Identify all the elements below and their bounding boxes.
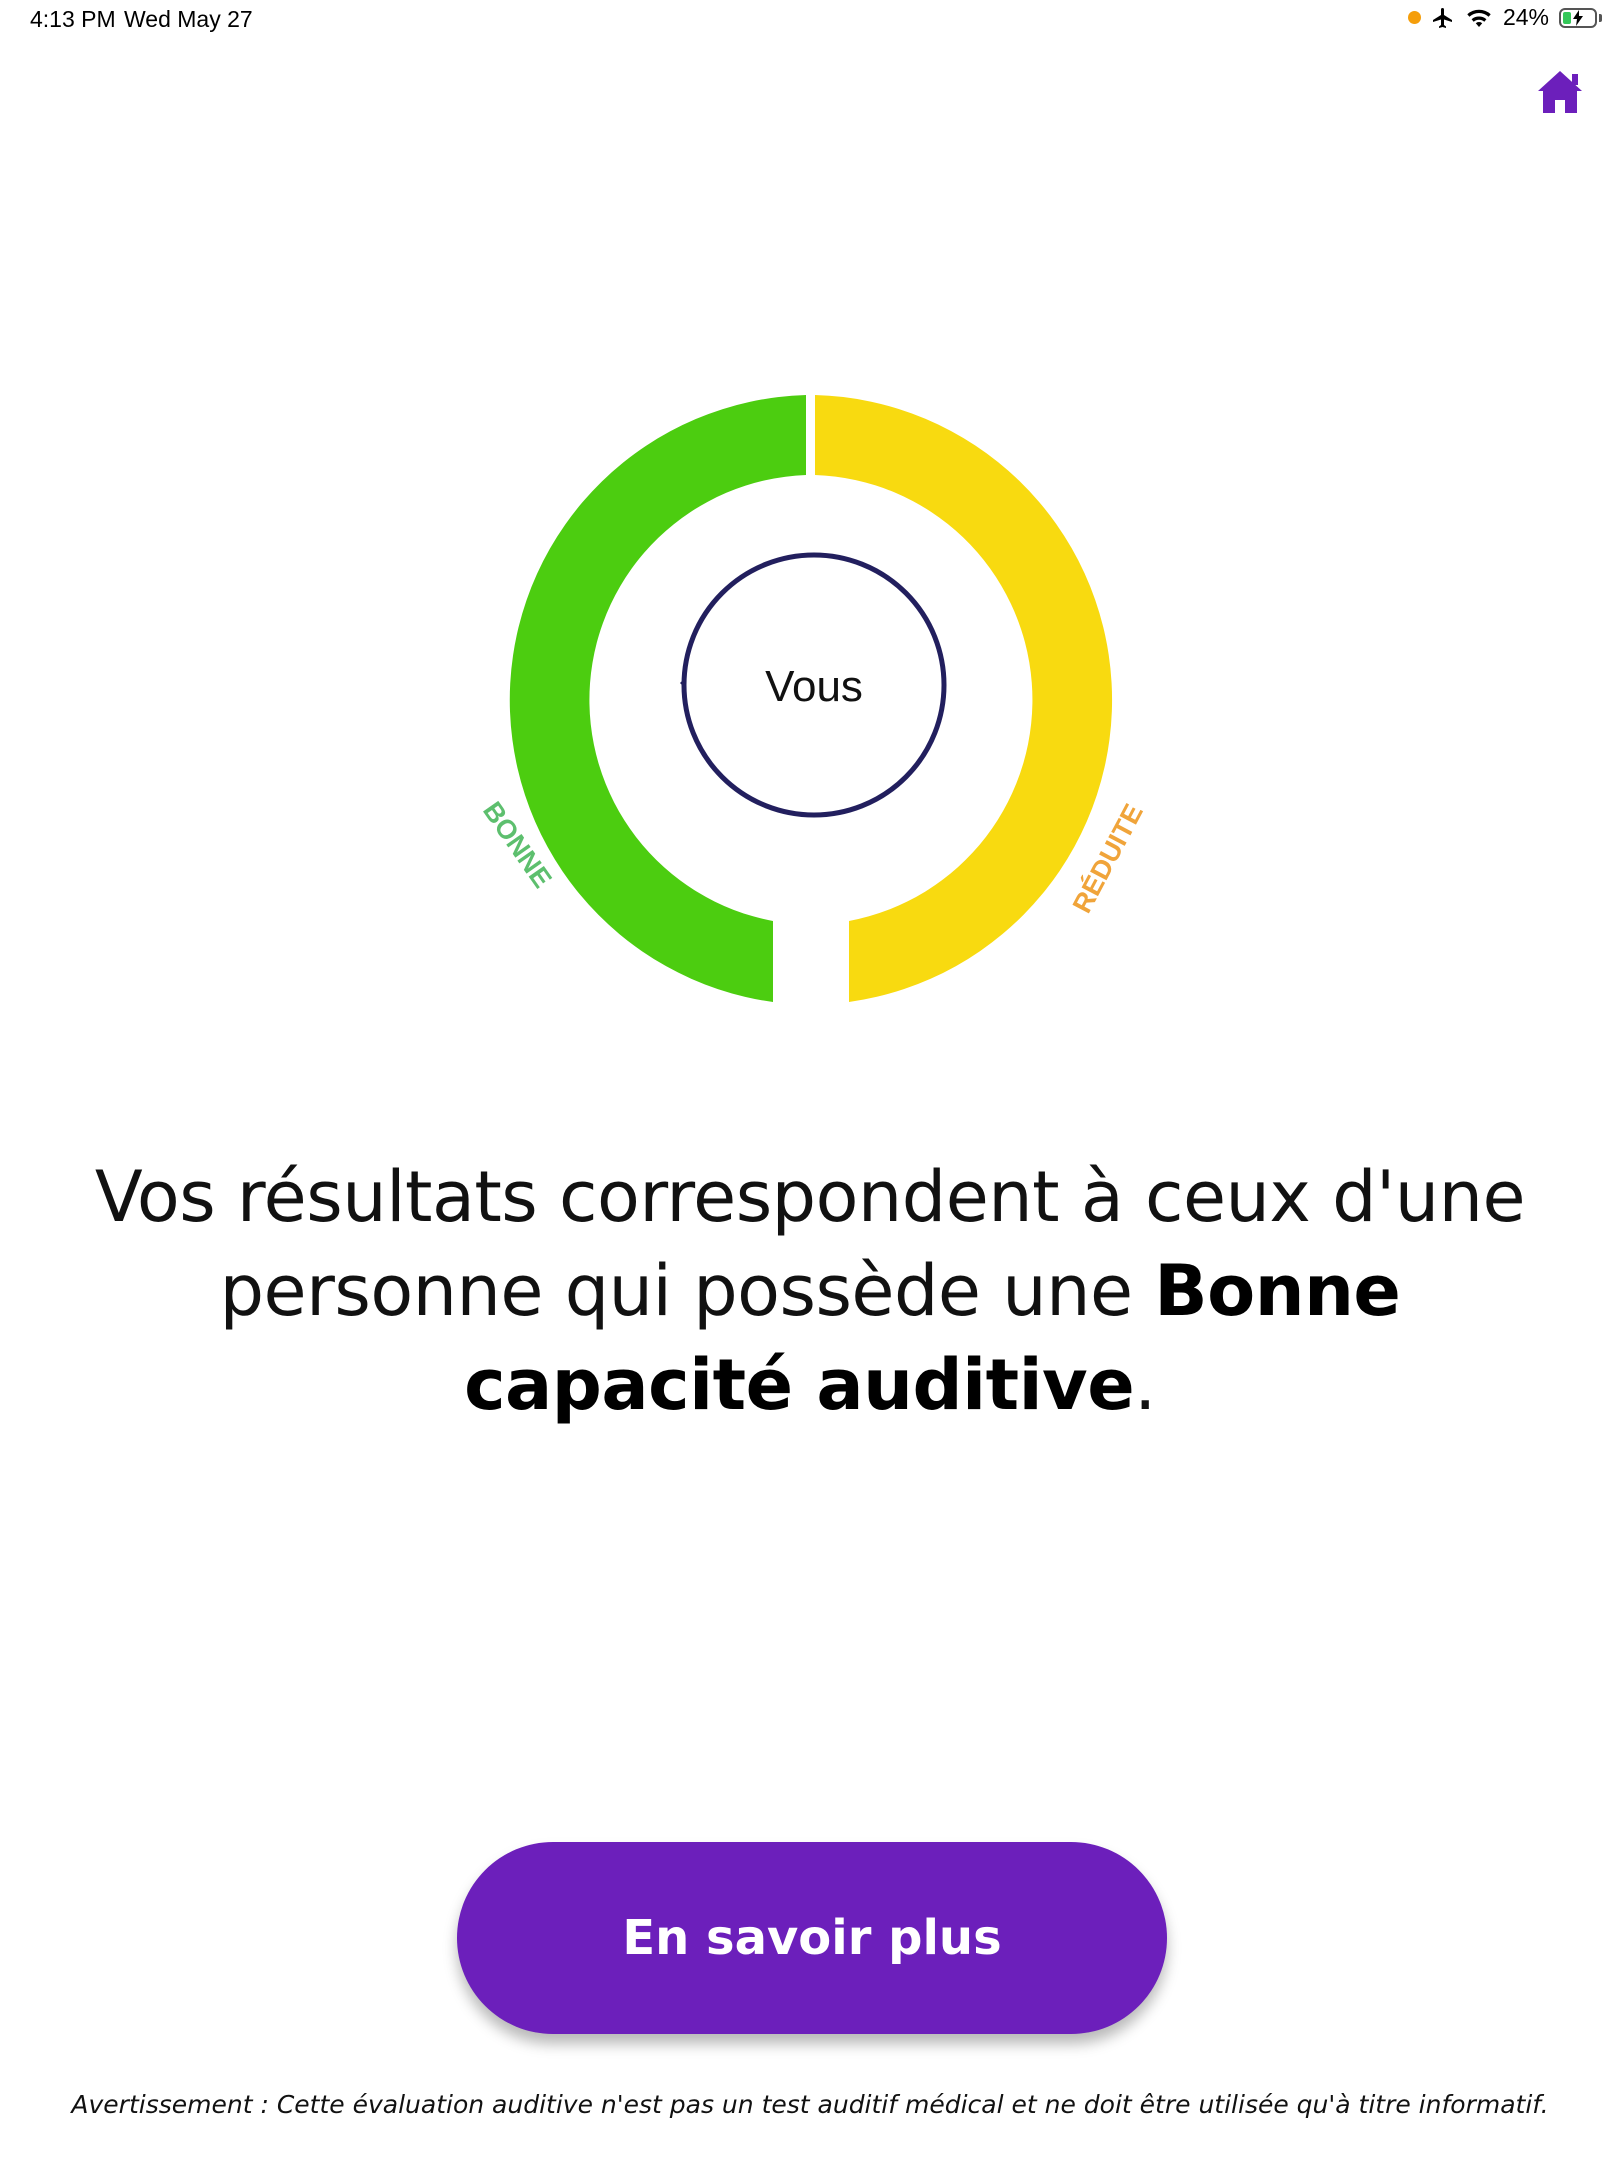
status-date: Wed May 27 bbox=[124, 6, 253, 32]
wifi-icon bbox=[1467, 9, 1491, 27]
result-suffix: . bbox=[1134, 1344, 1156, 1426]
hearing-gauge: Vous BONNE RÉDUITE bbox=[477, 385, 1149, 1015]
disclaimer-text: Avertissement : Cette évaluation auditiv… bbox=[71, 2090, 1549, 2119]
result-message: Vos résultats correspondent à ceux d'une… bbox=[60, 1150, 1560, 1432]
battery-charging-icon bbox=[1559, 7, 1597, 28]
airplane-icon bbox=[1432, 7, 1452, 28]
learn-more-button[interactable]: En savoir plus bbox=[457, 1842, 1167, 2034]
privacy-indicator-icon bbox=[1407, 11, 1421, 24]
status-icons: 24% bbox=[1407, 4, 1602, 31]
status-bar: 4:13 PM Wed May 27 24% bbox=[0, 0, 1620, 40]
home-button[interactable] bbox=[1535, 68, 1585, 116]
gauge-center-label: Vous bbox=[765, 662, 863, 711]
battery-percentage: 24% bbox=[1502, 4, 1549, 30]
home-icon bbox=[1538, 71, 1582, 113]
status-time: 4:13 PM bbox=[30, 6, 116, 32]
